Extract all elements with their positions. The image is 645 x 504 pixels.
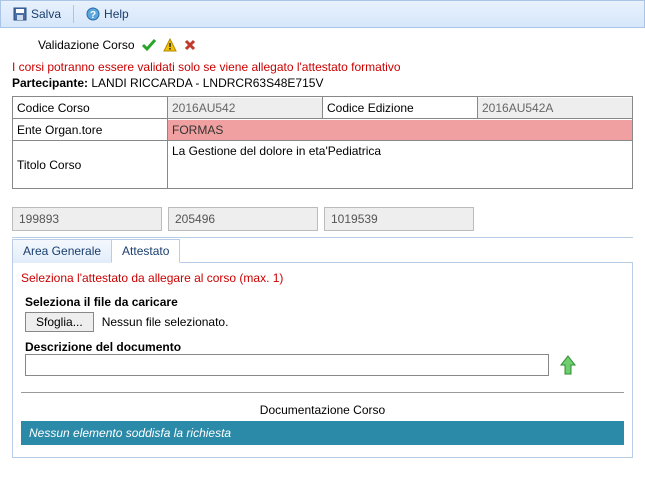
tab-strip: Area Generale Attestato — [12, 237, 633, 262]
warning-icon[interactable] — [163, 38, 177, 52]
tab-area-generale[interactable]: Area Generale — [12, 239, 112, 263]
upload-icon[interactable] — [559, 354, 577, 376]
ente-label: Ente Organ.tore — [13, 119, 168, 141]
course-form-table: Codice Corso Codice Edizione Ente Organ.… — [12, 96, 633, 189]
num-c[interactable] — [324, 207, 474, 231]
participant-line: Partecipante: LANDI RICCARDA - LNDRCR63S… — [0, 74, 645, 96]
divider — [21, 392, 624, 393]
no-file-text: Nessun file selezionato. — [102, 315, 229, 329]
desc-label: Descrizione del documento — [25, 340, 620, 354]
desc-input[interactable] — [25, 354, 549, 376]
disk-icon — [13, 7, 27, 21]
numbers-row — [0, 189, 645, 237]
browse-button[interactable]: Sfoglia... — [25, 312, 94, 332]
num-a[interactable] — [12, 207, 162, 231]
validation-label: Validazione Corso — [38, 38, 135, 52]
tab-panel: Seleziona l'attestato da allegare al cor… — [12, 262, 633, 458]
codice-edizione-label: Codice Edizione — [323, 97, 478, 119]
validation-row: Validazione Corso — [0, 28, 645, 58]
upload-label: Seleziona il file da caricare — [25, 295, 620, 309]
participant-value: LANDI RICCARDA - LNDRCR63S48E715V — [91, 76, 323, 90]
save-button[interactable]: Salva — [7, 5, 67, 23]
titolo-input[interactable] — [168, 141, 632, 185]
warning-text: I corsi potranno essere validati solo se… — [0, 58, 645, 74]
num-b[interactable] — [168, 207, 318, 231]
check-icon[interactable] — [141, 38, 157, 52]
codice-corso-label: Codice Corso — [13, 97, 168, 119]
doc-section-title: Documentazione Corso — [21, 403, 624, 421]
help-icon: ? — [86, 7, 100, 21]
help-button[interactable]: ? Help — [80, 5, 135, 23]
save-label: Salva — [31, 7, 61, 21]
codice-corso-input[interactable] — [168, 98, 322, 118]
delete-icon[interactable] — [183, 38, 197, 52]
doc-empty-message: Nessun elemento soddisfa la richiesta — [21, 421, 624, 445]
attach-note: Seleziona l'attestato da allegare al cor… — [21, 269, 624, 295]
svg-text:?: ? — [90, 10, 96, 21]
titolo-label: Titolo Corso — [13, 141, 168, 189]
toolbar: Salva ? Help — [0, 0, 645, 28]
tab-attestato[interactable]: Attestato — [111, 239, 180, 263]
separator — [73, 5, 74, 23]
help-label: Help — [104, 7, 129, 21]
ente-input[interactable] — [168, 120, 632, 140]
codice-edizione-input[interactable] — [478, 98, 632, 118]
participant-label: Partecipante: — [12, 76, 88, 90]
